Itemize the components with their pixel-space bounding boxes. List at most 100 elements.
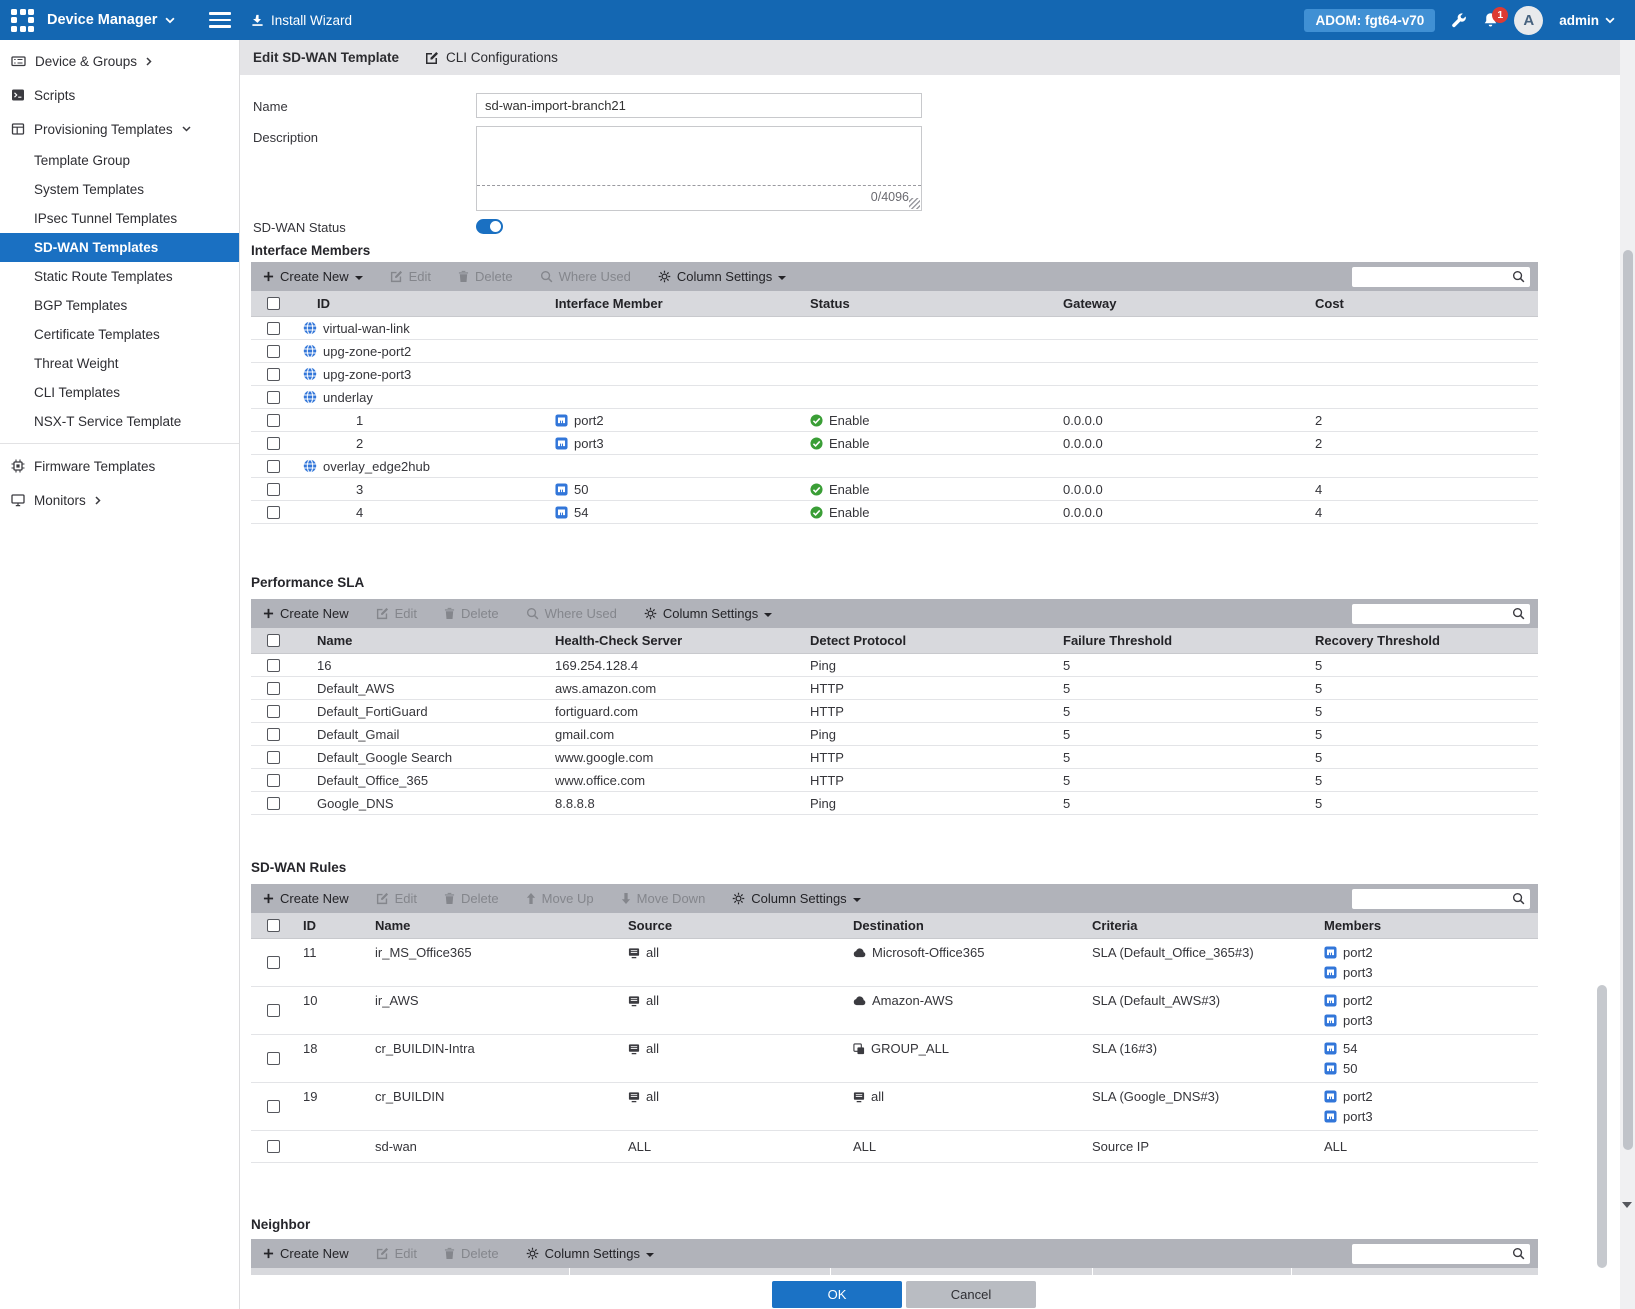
sidebar-item-cli-templates[interactable]: CLI Templates: [0, 378, 239, 407]
row-checkbox[interactable]: [267, 483, 280, 496]
performance-sla-row[interactable]: Default_Gmailgmail.comPing55: [251, 723, 1538, 746]
interface-member-row[interactable]: 2port3Enable0.0.0.02: [251, 432, 1538, 455]
sidebar-item-sd-wan-templates[interactable]: SD-WAN Templates: [0, 233, 239, 262]
resize-handle-icon[interactable]: [909, 198, 920, 209]
rules-toolbar-create-new[interactable]: Create New: [263, 891, 349, 906]
wrench-icon[interactable]: [1451, 12, 1467, 28]
sla-toolbar-create-new[interactable]: Create New: [263, 606, 349, 621]
row-checkbox[interactable]: [267, 345, 280, 358]
row-checkbox[interactable]: [267, 751, 280, 764]
rules-toolbar-delete[interactable]: Delete: [444, 891, 499, 906]
interface-zone-row[interactable]: upg-zone-port3: [251, 363, 1538, 386]
interface-zone-row[interactable]: overlay_edge2hub: [251, 455, 1538, 478]
row-checkbox[interactable]: [267, 506, 280, 519]
sdwan-rule-row[interactable]: 10ir_AWSallAmazon-AWSSLA (Default_AWS#3)…: [251, 987, 1538, 1035]
page-scrollbar-thumb[interactable]: [1623, 250, 1633, 1150]
row-checkbox[interactable]: [267, 956, 280, 969]
rules-toolbar-edit[interactable]: Edit: [376, 891, 417, 906]
sdwan-rule-row[interactable]: sd-wanALLALLSource IPALL: [251, 1131, 1538, 1163]
sidebar-item-template-group[interactable]: Template Group: [0, 146, 239, 175]
performance-sla-row[interactable]: Default_Office_365www.office.comHTTP55: [251, 769, 1538, 792]
sidebar-item-scripts[interactable]: Scripts: [0, 78, 239, 112]
sdwan-rule-row[interactable]: 11ir_MS_Office365allMicrosoft-Office365S…: [251, 939, 1538, 987]
neighbor-toolbar-edit[interactable]: Edit: [376, 1246, 417, 1261]
adom-selector[interactable]: ADOM: fgt64-v70: [1304, 9, 1435, 32]
sidebar-item-ipsec-tunnel-templates[interactable]: IPsec Tunnel Templates: [0, 204, 239, 233]
im-toolbar-delete[interactable]: Delete: [458, 269, 513, 284]
interface-member-row[interactable]: 454Enable0.0.0.04: [251, 501, 1538, 524]
interface-zone-row[interactable]: upg-zone-port2: [251, 340, 1538, 363]
row-checkbox[interactable]: [267, 682, 280, 695]
install-wizard-button[interactable]: Install Wizard: [251, 0, 352, 40]
cancel-button[interactable]: Cancel: [906, 1281, 1036, 1308]
sidebar-item-monitors[interactable]: Monitors: [0, 483, 239, 517]
im-toolbar-edit[interactable]: Edit: [390, 269, 431, 284]
neighbor-toolbar-create-new[interactable]: Create New: [263, 1246, 349, 1261]
name-input[interactable]: [476, 93, 922, 118]
row-checkbox[interactable]: [267, 1004, 280, 1017]
interface-zone-row[interactable]: underlay: [251, 386, 1538, 409]
sidebar-item-static-route-templates[interactable]: Static Route Templates: [0, 262, 239, 291]
row-checkbox[interactable]: [267, 705, 280, 718]
search-input[interactable]: [1352, 890, 1512, 908]
sidebar-item-firmware-templates[interactable]: Firmware Templates: [0, 449, 239, 483]
rules-toolbar-column-settings[interactable]: Column Settings: [732, 891, 860, 906]
sdwan-status-toggle[interactable]: [476, 219, 503, 234]
row-checkbox[interactable]: [267, 437, 280, 450]
performance-sla-row[interactable]: Default_Google Searchwww.google.comHTTP5…: [251, 746, 1538, 769]
app-launcher-icon[interactable]: [11, 9, 34, 32]
ok-button[interactable]: OK: [772, 1281, 902, 1308]
select-all-checkbox[interactable]: [267, 919, 280, 932]
row-checkbox[interactable]: [267, 774, 280, 787]
description-input[interactable]: [477, 127, 921, 183]
sidebar-item-device-groups[interactable]: Device & Groups: [0, 44, 239, 78]
row-checkbox[interactable]: [267, 460, 280, 473]
sla-toolbar-edit[interactable]: Edit: [376, 606, 417, 621]
sidebar-item-system-templates[interactable]: System Templates: [0, 175, 239, 204]
sidebar-item-certificate-templates[interactable]: Certificate Templates: [0, 320, 239, 349]
device-manager-menu[interactable]: Device Manager: [47, 12, 175, 28]
cli-configurations-button[interactable]: CLI Configurations: [425, 50, 558, 65]
row-checkbox[interactable]: [267, 797, 280, 810]
scrollbar-down-arrow-icon[interactable]: [1622, 1202, 1632, 1208]
performance-sla-row[interactable]: 16169.254.128.4Ping55: [251, 654, 1538, 677]
user-menu[interactable]: admin: [1559, 13, 1615, 28]
im-toolbar-where-used[interactable]: Where Used: [540, 269, 631, 284]
row-checkbox[interactable]: [267, 414, 280, 427]
notifications-bell-icon[interactable]: 1: [1483, 12, 1498, 28]
sidebar-item-nsx-t-service-template[interactable]: NSX-T Service Template: [0, 407, 239, 436]
row-checkbox[interactable]: [267, 368, 280, 381]
sla-toolbar-where-used[interactable]: Where Used: [526, 606, 617, 621]
row-checkbox[interactable]: [267, 1140, 280, 1153]
row-checkbox[interactable]: [267, 659, 280, 672]
row-checkbox[interactable]: [267, 728, 280, 741]
row-checkbox[interactable]: [267, 322, 280, 335]
sidebar-item-threat-weight[interactable]: Threat Weight: [0, 349, 239, 378]
sidebar-item-bgp-templates[interactable]: BGP Templates: [0, 291, 239, 320]
sidebar-item-provisioning-templates[interactable]: Provisioning Templates: [0, 112, 239, 146]
avatar[interactable]: A: [1514, 6, 1543, 35]
select-all-checkbox[interactable]: [267, 297, 280, 310]
sla-toolbar-delete[interactable]: Delete: [444, 606, 499, 621]
rules-toolbar-move-up[interactable]: Move Up: [526, 891, 594, 906]
im-toolbar-create-new[interactable]: Create New: [263, 269, 363, 284]
sla-toolbar-column-settings[interactable]: Column Settings: [644, 606, 772, 621]
select-all-checkbox[interactable]: [267, 634, 280, 647]
row-checkbox[interactable]: [267, 1052, 280, 1065]
interface-member-row[interactable]: 350Enable0.0.0.04: [251, 478, 1538, 501]
search-input[interactable]: [1352, 605, 1512, 623]
row-checkbox[interactable]: [267, 1100, 280, 1113]
sidebar-toggle-button[interactable]: [209, 9, 231, 31]
interface-member-row[interactable]: 1port2Enable0.0.0.02: [251, 409, 1538, 432]
sdwan-rule-row[interactable]: 18cr_BUILDIN-IntraallGROUP_ALLSLA (16#3)…: [251, 1035, 1538, 1083]
neighbor-toolbar-column-settings[interactable]: Column Settings: [526, 1246, 654, 1261]
im-toolbar-column-settings[interactable]: Column Settings: [658, 269, 786, 284]
search-input[interactable]: [1352, 1245, 1512, 1263]
interface-zone-row[interactable]: virtual-wan-link: [251, 317, 1538, 340]
row-checkbox[interactable]: [267, 391, 280, 404]
content-scrollbar-thumb[interactable]: [1597, 985, 1607, 1268]
search-input[interactable]: [1352, 268, 1512, 286]
performance-sla-row[interactable]: Default_FortiGuardfortiguard.comHTTP55: [251, 700, 1538, 723]
performance-sla-row[interactable]: Default_AWSaws.amazon.comHTTP55: [251, 677, 1538, 700]
rules-toolbar-move-down[interactable]: Move Down: [621, 891, 706, 906]
